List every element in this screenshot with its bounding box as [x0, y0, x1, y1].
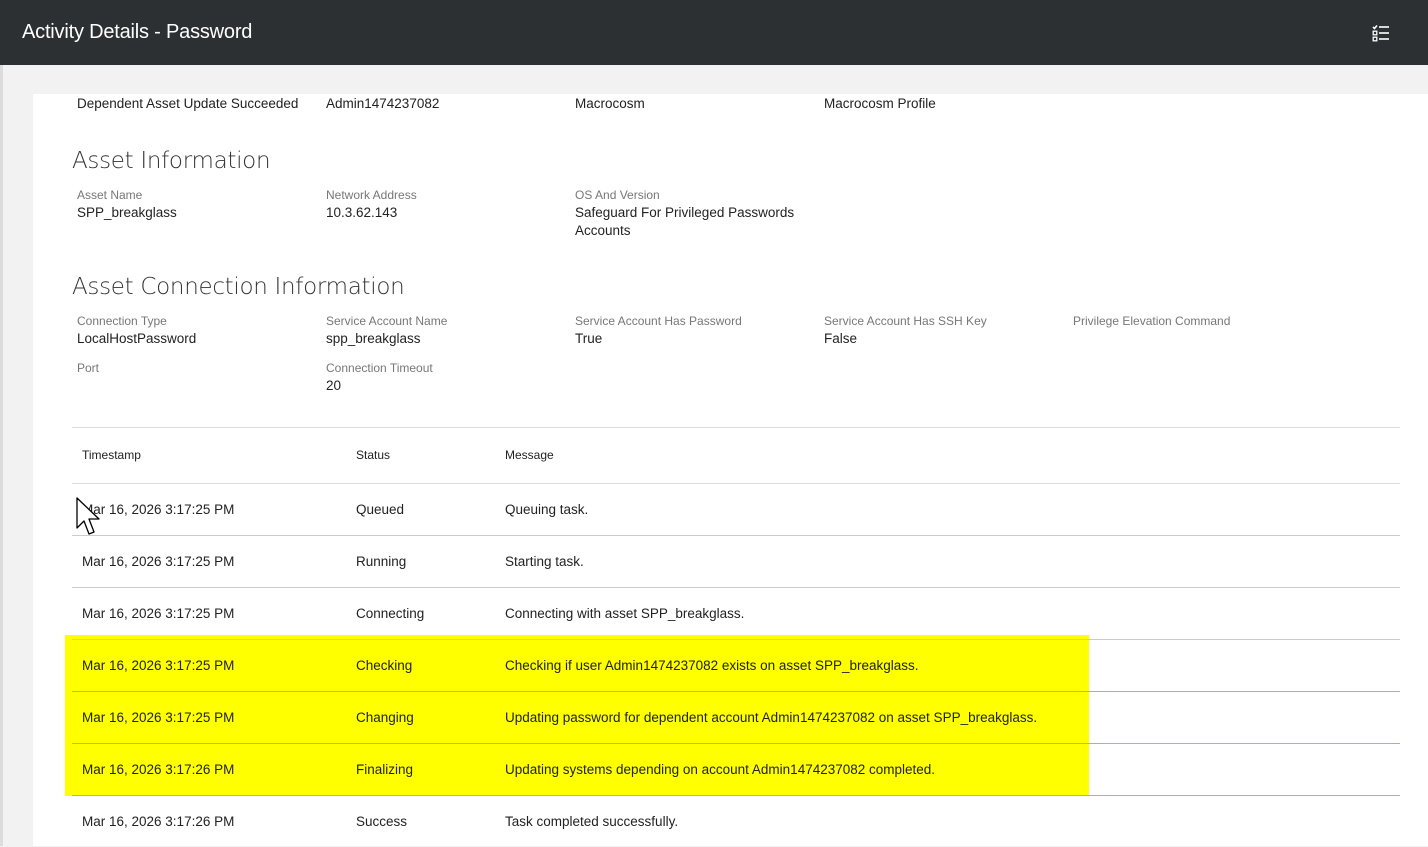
- os-label: OS And Version: [575, 188, 660, 202]
- page-title: Activity Details - Password: [22, 21, 253, 43]
- task-list-icon: [1372, 24, 1389, 42]
- table-row[interactable]: Mar 16, 2026 3:17:25 PM Running Starting…: [72, 536, 1400, 588]
- table-row[interactable]: Mar 16, 2026 3:17:25 PM Changing Updatin…: [72, 692, 1400, 744]
- timestamp-cell: Mar 16, 2026 3:17:25 PM: [82, 554, 235, 569]
- service-account-label: Service Account Name: [326, 314, 448, 328]
- connection-type-field: Connection Type LocalHostPassword: [77, 314, 196, 348]
- has-ssh-value: False: [824, 331, 858, 346]
- asset-information-heading: Asset Information: [72, 148, 271, 174]
- has-password-value: True: [575, 331, 603, 346]
- os-value-line2: Accounts: [575, 223, 631, 238]
- timestamp-cell: Mar 16, 2026 3:17:26 PM: [82, 814, 235, 829]
- asset-connection-heading: Asset Connection Information: [72, 274, 405, 300]
- asset-name-field: Asset Name SPP_breakglass: [77, 188, 177, 222]
- service-account-value: spp_breakglass: [326, 331, 421, 346]
- title-bar: Activity Details - Password: [0, 0, 1428, 65]
- network-address-field: Network Address 10.3.62.143: [326, 188, 417, 222]
- table-row[interactable]: Mar 16, 2026 3:17:26 PM Finalizing Updat…: [72, 744, 1400, 796]
- status-cell: Success: [356, 814, 408, 829]
- status-cell: Running: [356, 554, 407, 569]
- status-cell: Connecting: [356, 606, 425, 621]
- has-ssh-field: Service Account Has SSH Key False: [824, 314, 987, 348]
- table-header: Timestamp Status Message: [72, 427, 1400, 484]
- service-account-field: Service Account Name spp_breakglass: [326, 314, 447, 348]
- message-cell: Task completed successfully.: [505, 814, 679, 829]
- column-header-timestamp[interactable]: Timestamp: [82, 448, 141, 462]
- connection-type-value: LocalHostPassword: [77, 331, 197, 346]
- profile-value: Macrocosm Profile: [824, 96, 936, 111]
- status-cell: Checking: [356, 658, 413, 673]
- has-ssh-label: Service Account Has SSH Key: [824, 314, 987, 328]
- table-row[interactable]: Mar 16, 2026 3:17:25 PM Queued Queuing t…: [72, 484, 1400, 536]
- message-cell: Queuing task.: [505, 502, 589, 517]
- column-header-message[interactable]: Message: [505, 448, 554, 462]
- os-value-line1: Safeguard For Privileged Passwords: [575, 205, 795, 220]
- partition-value: Macrocosm: [575, 96, 645, 111]
- activity-log-table: Timestamp Status Message Mar 16, 2026 3:…: [72, 427, 1400, 847]
- column-header-status[interactable]: Status: [356, 448, 390, 462]
- privilege-elevation-label: Privilege Elevation Command: [1073, 314, 1231, 328]
- connection-timeout-value: 20: [326, 378, 342, 393]
- network-address-label: Network Address: [326, 188, 417, 202]
- status-cell: Queued: [356, 502, 405, 517]
- network-address-value: 10.3.62.143: [326, 205, 398, 220]
- message-cell: Updating password for dependent account …: [505, 710, 1038, 725]
- port-field: Port: [77, 361, 99, 375]
- timestamp-cell: Mar 16, 2026 3:17:26 PM: [82, 762, 235, 777]
- timestamp-cell: Mar 16, 2026 3:17:25 PM: [82, 606, 235, 621]
- mouse-cursor-icon: [76, 497, 100, 535]
- asset-name-value: SPP_breakglass: [77, 205, 177, 220]
- table-row[interactable]: Mar 16, 2026 3:17:26 PM Success Task com…: [72, 796, 1400, 847]
- timestamp-cell: Mar 16, 2026 3:17:25 PM: [82, 502, 235, 517]
- message-cell: Starting task.: [505, 554, 584, 569]
- connection-timeout-field: Connection Timeout 20: [326, 361, 433, 395]
- task-list-button[interactable]: [1368, 20, 1394, 46]
- event-value: Dependent Asset Update Succeeded: [77, 96, 299, 111]
- asset-name-label: Asset Name: [77, 188, 143, 202]
- message-cell: Updating systems depending on account Ad…: [505, 762, 936, 777]
- port-label: Port: [77, 361, 100, 375]
- table-row[interactable]: Mar 16, 2026 3:17:25 PM Checking Checkin…: [72, 640, 1400, 692]
- status-cell: Changing: [356, 710, 414, 725]
- account-value: Admin1474237082: [326, 96, 440, 111]
- has-password-field: Service Account Has Password True: [575, 314, 742, 348]
- has-password-label: Service Account Has Password: [575, 314, 742, 328]
- privilege-elevation-field: Privilege Elevation Command: [1073, 314, 1230, 328]
- connection-type-label: Connection Type: [77, 314, 167, 328]
- os-field: OS And Version Safeguard For Privileged …: [575, 188, 794, 240]
- message-cell: Checking if user Admin1474237082 exists …: [505, 658, 919, 673]
- message-cell: Connecting with asset SPP_breakglass.: [505, 606, 745, 621]
- connection-timeout-label: Connection Timeout: [326, 361, 433, 375]
- background-window-edge: [0, 65, 3, 846]
- timestamp-cell: Mar 16, 2026 3:17:25 PM: [82, 658, 235, 673]
- table-row[interactable]: Mar 16, 2026 3:17:25 PM Connecting Conne…: [72, 588, 1400, 640]
- status-cell: Finalizing: [356, 762, 414, 777]
- timestamp-cell: Mar 16, 2026 3:17:25 PM: [82, 710, 235, 725]
